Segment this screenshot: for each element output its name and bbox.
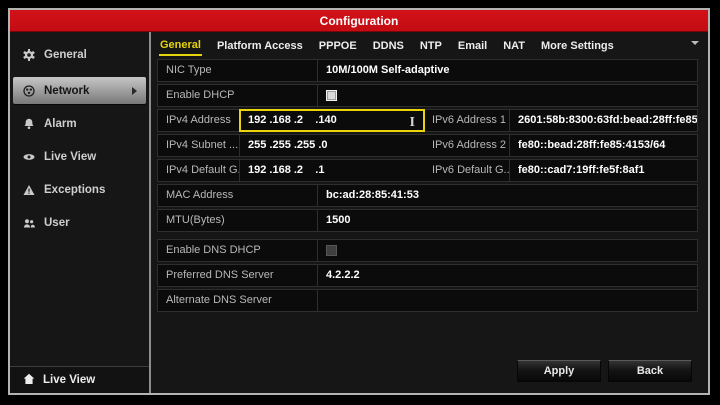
tab-general[interactable]: General [159,35,202,56]
sidebar-footer-live-view[interactable]: Live View [10,366,149,393]
alternate-dns-label: Alternate DNS Server [158,290,318,311]
tab-ntp[interactable]: NTP [419,36,443,55]
ipv6-address2-label: IPv6 Address 2 [424,135,510,156]
sidebar-item-user[interactable]: User [10,212,149,234]
preferred-dns-row: Preferred DNS Server 4.2.2.2 [157,264,698,287]
ipv4-gateway-input[interactable]: 192 .168 .2 .1 [240,160,424,181]
sidebar-item-live-view[interactable]: Live View [10,146,149,168]
mac-address-label: MAC Address [158,185,318,206]
sidebar-item-general[interactable]: General [10,44,149,66]
ipv4-address-label: IPv4 Address [158,110,240,131]
back-button[interactable]: Back [608,360,692,382]
main-panel: General Platform Access PPPOE DDNS NTP E… [151,32,708,393]
tab-ddns[interactable]: DDNS [372,36,405,55]
ipv4-gateway-row: IPv4 Default G... 192 .168 .2 .1 IPv6 De… [157,159,698,182]
sidebar-item-exceptions[interactable]: Exceptions [10,179,149,201]
network-globe-icon [23,84,35,97]
chevron-right-icon [132,86,137,95]
tab-platform-access[interactable]: Platform Access [216,36,304,55]
ipv4-subnet-input[interactable]: 255 .255 .255 .0 [240,135,424,156]
enable-dhcp-row: Enable DHCP [157,84,698,107]
sidebar-item-label: Network [44,84,90,97]
action-buttons: Apply Back [517,360,692,382]
sidebar-item-alarm[interactable]: Alarm [10,113,149,135]
preferred-dns-label: Preferred DNS Server [158,265,318,286]
mac-address-row: MAC Address bc:ad:28:85:41:53 [157,184,698,207]
sidebar: General Network Alarm Live View Exceptio… [10,32,151,393]
nic-type-select[interactable]: 10M/100M Self-adaptive [318,60,697,81]
nic-type-row: NIC Type 10M/100M Self-adaptive [157,41,699,82]
live-view-eye-icon [23,151,35,163]
preferred-dns-input[interactable]: 4.2.2.2 [318,265,697,286]
sidebar-item-network[interactable]: Network [13,77,146,104]
mtu-label: MTU(Bytes) [158,210,318,231]
ipv6-gateway-field[interactable]: fe80::cad7:19ff:fe5f:8af1 [510,160,697,181]
exceptions-warning-icon [23,184,35,196]
home-icon [23,373,35,388]
mac-address-value: bc:ad:28:85:41:53 [326,189,419,201]
tab-email[interactable]: Email [457,36,488,55]
ipv4-subnet-row: IPv4 Subnet ... 255 .255 .255 .0 IPv6 Ad… [157,134,698,157]
sidebar-item-label: Live View [44,151,97,163]
ipv4-gateway-label: IPv4 Default G... [158,160,240,181]
alternate-dns-input[interactable] [318,290,697,311]
sidebar-item-label: Exceptions [44,184,106,196]
network-settings-form: NIC Type 10M/100M Self-adaptive Enable D… [157,41,699,314]
window-title: Configuration [10,10,708,32]
configuration-window: Configuration General Network Alarm Live… [8,8,710,395]
enable-dns-dhcp-label: Enable DNS DHCP [158,240,318,261]
ipv6-address2-field[interactable]: fe80::bead:28ff:fe85:4153/64 [510,135,697,156]
gear-icon [23,49,35,61]
sidebar-item-label: User [44,217,70,229]
tab-nat[interactable]: NAT [502,36,526,55]
nic-type-label: NIC Type [158,60,318,81]
mtu-row: MTU(Bytes) 1500 [157,209,698,232]
sidebar-item-label: Alarm [44,118,77,130]
ipv4-address-row: IPv4 Address 192 .168 .2 .140 I IPv6 Addr… [157,109,698,132]
tab-bar: General Platform Access PPPOE DDNS NTP E… [157,32,698,59]
enable-dhcp-label: Enable DHCP [158,85,318,106]
tab-more-settings[interactable]: More Settings [540,36,615,55]
sidebar-item-label: General [44,49,87,61]
enable-dns-dhcp-row: Enable DNS DHCP [157,239,698,262]
alternate-dns-row: Alternate DNS Server [157,289,698,312]
ipv6-address1-label: IPv6 Address 1 [424,110,510,131]
chevron-down-icon [691,41,699,45]
enable-dns-dhcp-checkbox [326,245,337,256]
sidebar-footer-label: Live View [43,374,96,386]
alarm-bell-icon [23,118,35,130]
tab-pppoe[interactable]: PPPOE [318,36,358,55]
user-group-icon [23,217,35,229]
text-cursor-icon: I [409,115,415,130]
enable-dhcp-checkbox[interactable] [326,90,337,101]
mtu-input[interactable]: 1500 [318,210,697,231]
apply-button[interactable]: Apply [517,360,601,382]
ipv6-address1-field[interactable]: 2601:58b:8300:63fd:bead:28ff:fe85:4153/6… [510,110,697,131]
ipv4-address-input[interactable]: 192 .168 .2 .140 I [239,109,425,132]
ipv4-subnet-label: IPv4 Subnet ... [158,135,240,156]
ipv6-gateway-label: IPv6 Default G... [424,160,510,181]
